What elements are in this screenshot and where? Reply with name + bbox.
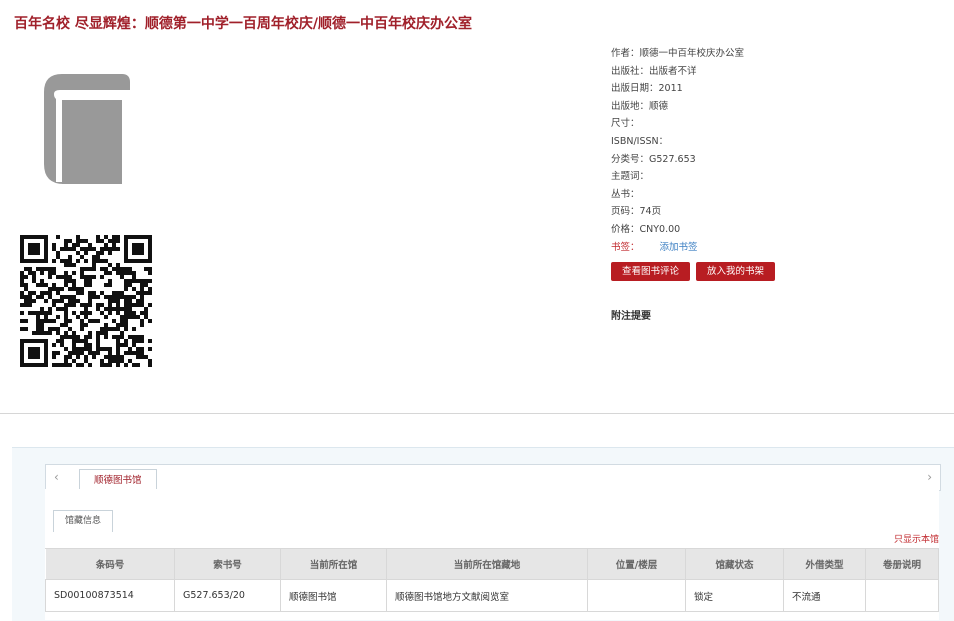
table-row: SD00100873514 G527.653/20 顺德图书馆 顺德图书馆地方文… bbox=[45, 579, 939, 612]
col-volume-note: 卷册说明 bbox=[865, 548, 939, 580]
cell-loan-type: 不流通 bbox=[783, 579, 866, 612]
meta-subject: 主题词： bbox=[611, 171, 650, 183]
meta-classification: 分类号：G527.653 bbox=[611, 153, 696, 165]
meta-date: 出版日期：2011 bbox=[611, 83, 683, 95]
add-bookmark-link[interactable]: 添加书签 bbox=[660, 242, 698, 253]
meta-place: 出版地：顺德 bbox=[611, 100, 669, 112]
book-cover-icon bbox=[44, 74, 130, 184]
show-only-this-library-link[interactable]: 只显示本馆 bbox=[894, 532, 939, 545]
library-tabbar: ‹ 顺德图书馆 › bbox=[45, 464, 941, 491]
chevron-right-icon[interactable]: › bbox=[927, 470, 932, 484]
col-call-number: 索书号 bbox=[174, 548, 281, 580]
col-loan-type: 外借类型 bbox=[783, 548, 866, 580]
tab-shunde-library[interactable]: 顺德图书馆 bbox=[79, 469, 157, 491]
cell-volume-note bbox=[865, 579, 939, 612]
meta-author: 作者：顺德一中百年校庆办公室 bbox=[611, 48, 745, 59]
view-reviews-button[interactable]: 查看图书评论 bbox=[611, 262, 691, 281]
notes-heading: 附注提要 bbox=[611, 311, 651, 322]
col-floor: 位置/楼层 bbox=[587, 548, 686, 580]
cell-library: 顺德图书馆 bbox=[280, 579, 387, 612]
meta-publisher: 出版社：出版者不详 bbox=[611, 65, 697, 77]
cell-call-number: G527.653/20 bbox=[174, 579, 281, 612]
cell-floor bbox=[587, 579, 686, 612]
meta-bookmark: 书签： 添加书签 bbox=[611, 241, 698, 253]
book-metadata: 作者：顺德一中百年校庆办公室 出版社：出版者不详 出版日期：2011 出版地：顺… bbox=[611, 45, 931, 256]
table-header-row: 条码号 索书号 当前所在馆 当前所在馆藏地 位置/楼层 馆藏状态 外借类型 卷册… bbox=[45, 548, 939, 580]
add-to-shelf-button[interactable]: 放入我的书架 bbox=[696, 262, 776, 281]
section-divider bbox=[0, 413, 954, 414]
action-buttons: 查看图书评论 放入我的书架 bbox=[611, 262, 781, 281]
tab-holdings-info[interactable]: 馆藏信息 bbox=[53, 510, 114, 532]
page-title: 百年名校 尽显辉煌：顺德第一中学一百周年校庆/顺德一中百年校庆办公室 bbox=[14, 16, 472, 32]
meta-size: 尺寸： bbox=[611, 118, 640, 130]
chevron-left-icon[interactable]: ‹ bbox=[54, 470, 59, 484]
meta-isbn: ISBN/ISSN： bbox=[611, 135, 669, 147]
meta-price: 价格：CNY0.00 bbox=[611, 223, 681, 235]
holdings-content: 馆藏信息 只显示本馆 条码号 索书号 当前所在馆 当前所在馆藏地 位置/楼层 馆… bbox=[45, 489, 939, 620]
meta-pages: 页码：74页 bbox=[611, 206, 662, 218]
holdings-table: 条码号 索书号 当前所在馆 当前所在馆藏地 位置/楼层 馆藏状态 外借类型 卷册… bbox=[45, 548, 939, 612]
cell-status: 锁定 bbox=[685, 579, 784, 612]
qr-code bbox=[20, 235, 152, 367]
col-location: 当前所在馆藏地 bbox=[386, 548, 588, 580]
cell-barcode: SD00100873514 bbox=[45, 579, 175, 612]
meta-series: 丛书： bbox=[611, 188, 640, 200]
col-library: 当前所在馆 bbox=[280, 548, 387, 580]
col-barcode: 条码号 bbox=[45, 548, 175, 580]
cell-location: 顺德图书馆地方文献阅览室 bbox=[386, 579, 588, 612]
col-status: 馆藏状态 bbox=[685, 548, 784, 580]
